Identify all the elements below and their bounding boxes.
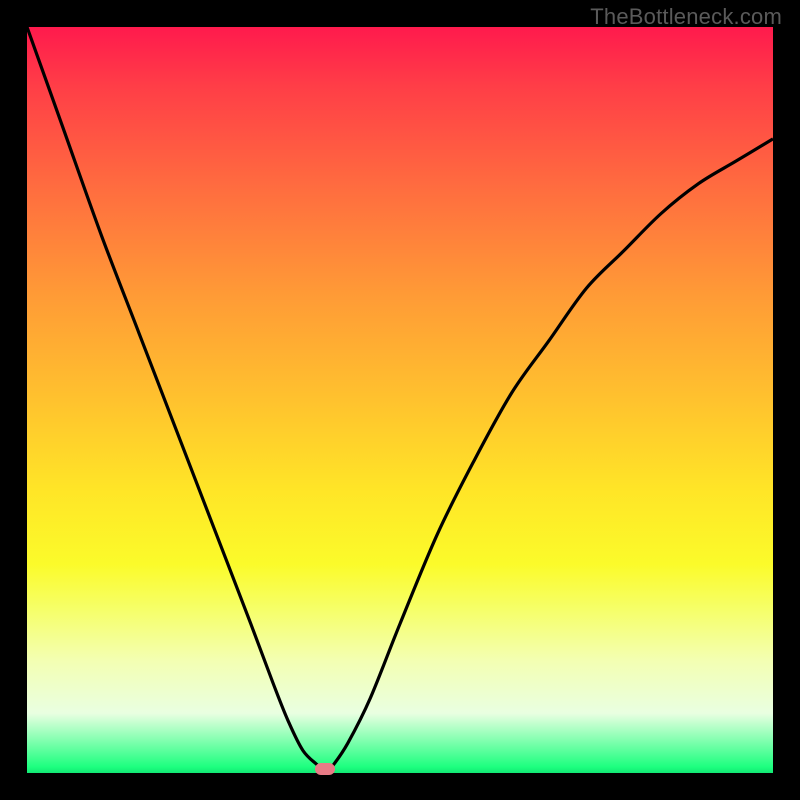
min-marker (315, 763, 335, 775)
curve-line (27, 27, 773, 773)
plot-area (27, 27, 773, 773)
bottleneck-curve (27, 27, 773, 773)
chart-frame: TheBottleneck.com (0, 0, 800, 800)
watermark-text: TheBottleneck.com (590, 4, 782, 30)
